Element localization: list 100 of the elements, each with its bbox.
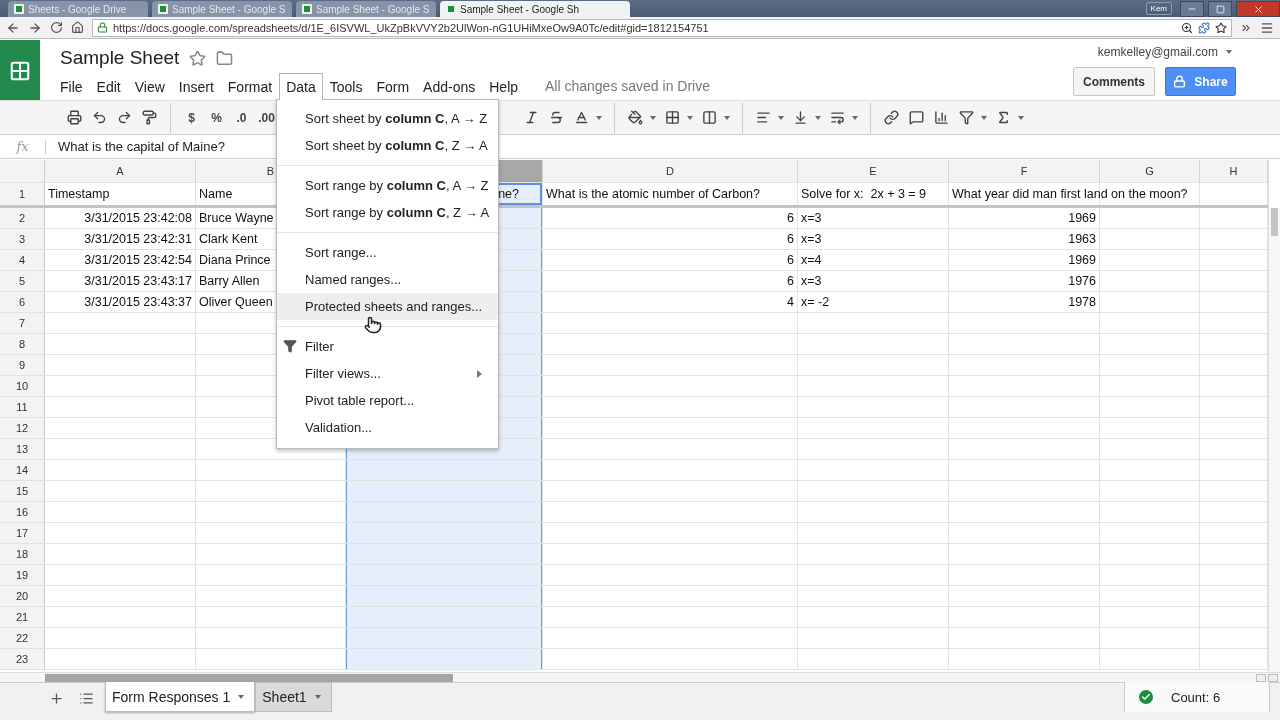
table-cell[interactable]: 3/31/2015 23:42:08 xyxy=(84,211,192,225)
row-number[interactable]: 7 xyxy=(0,313,45,333)
row-number[interactable]: 22 xyxy=(0,628,45,648)
table-cell[interactable]: What year did man first land on the moon? xyxy=(952,187,1188,201)
row-number[interactable]: 8 xyxy=(0,334,45,354)
caret-icon[interactable] xyxy=(981,115,987,120)
row-number[interactable]: 2 xyxy=(0,208,45,228)
table-cell[interactable]: 6 xyxy=(787,211,794,225)
table-cell[interactable] xyxy=(346,628,543,648)
menu-item[interactable]: Add-ons xyxy=(416,73,483,100)
row-number[interactable]: 11 xyxy=(0,397,45,417)
star-icon[interactable] xyxy=(189,49,207,67)
row-number[interactable]: 17 xyxy=(0,523,45,543)
menu-item[interactable]: Insert xyxy=(171,73,221,100)
comments-button[interactable]: Comments xyxy=(1073,67,1155,96)
italic-icon[interactable] xyxy=(524,110,539,125)
table-cell[interactable]: 1969 xyxy=(1068,211,1096,225)
account-email[interactable]: kemkelley@gmail.com xyxy=(1097,45,1218,59)
column-header[interactable]: H xyxy=(1200,160,1268,182)
column-header[interactable]: A xyxy=(45,160,196,182)
merge-cells-icon[interactable] xyxy=(702,110,717,125)
row-number[interactable]: 9 xyxy=(0,355,45,375)
table-cell[interactable]: Name xyxy=(199,187,233,201)
number-format-button[interactable]: .0 xyxy=(229,106,254,129)
table-cell[interactable] xyxy=(346,481,543,501)
row-number[interactable]: 1 xyxy=(0,183,45,205)
row-number[interactable]: 6 xyxy=(0,292,45,312)
table-cell[interactable]: Solve for x: 2x + 3 = 9 xyxy=(801,187,927,201)
menu-item[interactable]: Sort range... xyxy=(277,239,498,266)
number-format-button[interactable]: % xyxy=(204,106,229,129)
forward-icon[interactable] xyxy=(28,20,42,35)
caret-icon[interactable] xyxy=(778,115,784,120)
menu-item[interactable]: Sort sheet by column C, A → Z xyxy=(277,105,498,132)
menu-icon[interactable] xyxy=(1260,20,1274,35)
table-cell[interactable]: What is the atomic number of Carbon? xyxy=(546,187,760,201)
redo-icon[interactable] xyxy=(117,110,132,125)
table-cell[interactable]: 3/31/2015 23:43:17 xyxy=(84,274,192,288)
row-number[interactable]: 13 xyxy=(0,439,45,459)
table-cell[interactable] xyxy=(346,649,543,669)
caret-icon[interactable] xyxy=(852,115,858,120)
vertical-align-icon[interactable] xyxy=(793,110,808,125)
number-format-button[interactable]: $ xyxy=(179,106,204,129)
caret-icon[interactable] xyxy=(1018,115,1024,120)
menu-item[interactable]: Edit xyxy=(89,73,128,100)
folder-icon[interactable] xyxy=(216,49,234,67)
menu-item[interactable]: Named ranges... xyxy=(277,266,498,293)
table-cell[interactable]: 6 xyxy=(787,274,794,288)
table-cell[interactable] xyxy=(346,523,543,543)
extension-icon[interactable] xyxy=(1198,21,1210,34)
minimize-button[interactable] xyxy=(1180,1,1204,17)
home-icon[interactable] xyxy=(71,21,84,34)
table-cell[interactable]: 3/31/2015 23:42:54 xyxy=(84,253,192,267)
functions-icon[interactable] xyxy=(996,110,1011,125)
chart-icon[interactable] xyxy=(934,110,949,125)
caret-icon[interactable] xyxy=(650,115,656,120)
table-cell[interactable]: 3/31/2015 23:42:31 xyxy=(84,232,192,246)
menu-item[interactable]: Validation... xyxy=(277,414,498,441)
row-number[interactable]: 14 xyxy=(0,460,45,480)
menu-item[interactable]: View xyxy=(127,73,172,100)
menu-item[interactable]: Pivot table report... xyxy=(277,387,498,414)
table-cell[interactable] xyxy=(346,502,543,522)
table-cell[interactable]: 4 xyxy=(787,295,794,309)
table-cell[interactable]: 1976 xyxy=(1068,274,1096,288)
zoom-icon[interactable] xyxy=(1181,21,1193,34)
menu-item[interactable]: Help xyxy=(482,73,526,100)
table-cell[interactable]: Oliver Queen xyxy=(199,295,273,309)
text-wrap-icon[interactable] xyxy=(830,110,845,125)
table-cell[interactable]: 6 xyxy=(787,232,794,246)
row-number[interactable]: 12 xyxy=(0,418,45,438)
fill-color-icon[interactable] xyxy=(628,110,643,125)
table-cell[interactable]: x=3 xyxy=(801,232,822,246)
maximize-button[interactable] xyxy=(1208,1,1232,17)
row-number[interactable]: 15 xyxy=(0,481,45,501)
table-cell[interactable]: Timestamp xyxy=(48,187,110,201)
caret-icon[interactable] xyxy=(596,115,602,120)
document-title[interactable]: Sample Sheet xyxy=(60,47,180,69)
menu-item[interactable]: Filter views... xyxy=(277,360,498,387)
row-number[interactable]: 10 xyxy=(0,376,45,396)
caret-icon[interactable] xyxy=(687,115,693,120)
number-format-button[interactable]: .00 xyxy=(254,106,279,129)
row-number[interactable]: 21 xyxy=(0,607,45,627)
row-number[interactable]: 3 xyxy=(0,229,45,249)
print-icon[interactable] xyxy=(67,110,82,125)
undo-icon[interactable] xyxy=(92,110,107,125)
table-cell[interactable]: 6 xyxy=(787,253,794,267)
vertical-scrollbar[interactable] xyxy=(1268,160,1280,672)
borders-icon[interactable] xyxy=(665,110,680,125)
menu-item[interactable]: File xyxy=(53,73,90,100)
table-cell[interactable]: x=4 xyxy=(801,253,822,267)
caret-icon[interactable] xyxy=(815,115,821,120)
table-cell[interactable]: 1978 xyxy=(1068,295,1096,309)
browser-tab[interactable]: Sample Sheet - Google Sh xyxy=(440,1,630,17)
paint-format-icon[interactable] xyxy=(142,110,157,125)
bookmark-star-icon[interactable] xyxy=(1215,21,1227,34)
column-header[interactable]: E xyxy=(798,160,949,182)
formula-field[interactable]: What is the capital of Maine? xyxy=(45,139,225,154)
table-cell[interactable]: 1969 xyxy=(1068,253,1096,267)
horizontal-scrollbar[interactable] xyxy=(0,672,1280,682)
link-icon[interactable] xyxy=(884,110,899,125)
url-field[interactable]: https://docs.google.com/spreadsheets/d/1E_6ISVWL_UkZpBkVVY2b2UlWon-nG1UHiMxeOw9A0Tc/edit#gid=1812154751 xyxy=(92,18,1232,37)
